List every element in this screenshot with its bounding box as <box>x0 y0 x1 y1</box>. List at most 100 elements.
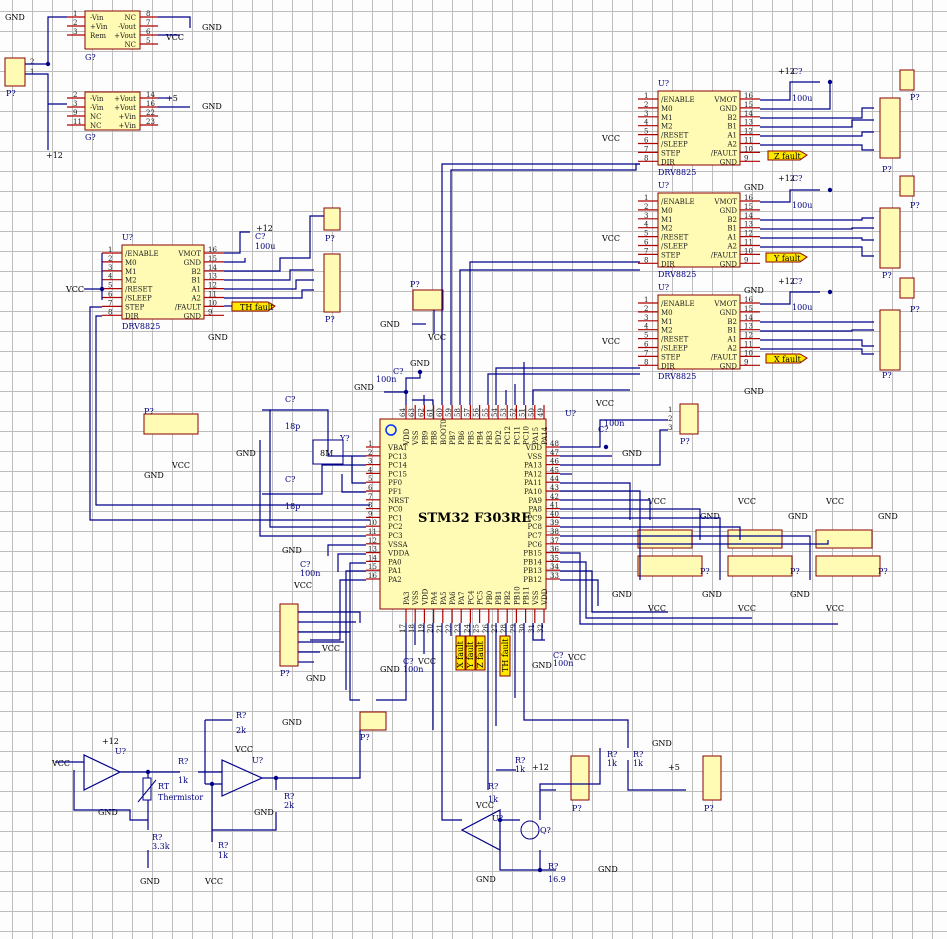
driver-pin-num: 3 <box>108 264 112 272</box>
driver-pin-label: DIR <box>661 158 675 166</box>
driver-pin-label: B1 <box>727 123 737 131</box>
svg-text:R?: R? <box>633 750 643 759</box>
mcu-pin-bottom-label: VDD <box>541 588 549 606</box>
connector-th-motor[interactable]: P? P? <box>323 207 341 324</box>
dcdc-pin-num: 11 <box>73 118 82 126</box>
stepper-driver[interactable]: U? DRV8825/ENABLE 1 M0 2 M1 3 M2 4/RESET 5/SLEEP 6… <box>102 233 224 331</box>
mcu-pin-right-label: PC7 <box>527 532 542 540</box>
junction-dot <box>827 187 833 193</box>
mcu-pin-top-num: 57 <box>463 408 471 417</box>
driver-pin-label: STEP <box>661 149 681 157</box>
mcu-pin-right-label: PA12 <box>524 470 542 478</box>
svg-text:Z fault: Z fault <box>476 640 485 668</box>
connector-boot[interactable]: P? <box>410 280 444 311</box>
mcu-pin-right-num: 38 <box>550 528 559 536</box>
driver-pin-num: 2 <box>644 305 648 313</box>
svg-text:VCC: VCC <box>204 877 223 886</box>
mcu-pin-right-num: 33 <box>550 572 559 580</box>
dcdc-pin-label: +Vin <box>118 122 136 130</box>
svg-text:100u: 100u <box>792 94 812 103</box>
svg-text:R?: R? <box>488 782 498 791</box>
mcu-pin-right-label: PC9 <box>527 514 542 522</box>
driver-pin-num: 4 <box>644 119 649 127</box>
svg-text:3: 3 <box>668 424 672 432</box>
mcu-pin-bottom-label: PB1 <box>495 591 503 605</box>
connectors-motor-right[interactable]: P? P? P? P? P? P? <box>879 69 920 380</box>
mcu-pin-left-label: PA1 <box>388 567 402 575</box>
mcu-pin-top-num: 58 <box>454 408 462 417</box>
mcu-pin-right-label: PA9 <box>528 497 542 505</box>
wire <box>95 315 370 506</box>
stepper-driver[interactable]: U? DRV8825/ENABLE 1 M0 2 M1 3 M2 4/RESET 5/SLEEP 6… <box>638 181 760 279</box>
driver-pin-num: 3 <box>644 212 648 220</box>
connector-temp[interactable]: P? <box>359 711 387 742</box>
svg-text:GND: GND <box>700 512 720 521</box>
svg-text:C?: C? <box>285 475 295 484</box>
connector-left-3pin[interactable]: P? <box>143 407 199 435</box>
svg-text:VCC: VCC <box>427 333 446 342</box>
svg-text:U?: U? <box>252 756 263 765</box>
driver-pin-label: M0 <box>661 207 673 215</box>
dcdc-pin-num: 8 <box>146 10 150 18</box>
driver-pin-label: /SLEEP <box>661 141 688 149</box>
dcdc-pin-label: NC <box>125 41 136 49</box>
svg-text:GND: GND <box>622 449 642 458</box>
svg-text:GND: GND <box>532 661 552 670</box>
mcu-pin-bottom-label: PB0 <box>486 591 494 605</box>
driver-pin-num: 8 <box>644 358 648 366</box>
svg-text:Y fault: Y fault <box>466 641 475 669</box>
svg-text:2k: 2k <box>236 726 246 735</box>
driver-pin-num: 16 <box>744 296 753 304</box>
wire <box>310 579 366 641</box>
driver-designator: U? <box>658 181 669 190</box>
connector-uart[interactable]: P? <box>279 603 299 678</box>
svg-text:GND: GND <box>202 23 222 32</box>
mcu-pin-top-num: 54 <box>491 408 499 417</box>
stepper-driver[interactable]: U? DRV8825/ENABLE 1 M0 2 M1 3 M2 4/RESET 5/SLEEP 6… <box>638 79 760 177</box>
driver-pin-num: 3 <box>644 110 648 118</box>
connector-swd[interactable]: P? 123 <box>668 403 699 446</box>
junction-dot <box>603 444 609 450</box>
svg-text:1k: 1k <box>178 776 188 785</box>
wire <box>349 562 366 701</box>
mcu-pin-top-num: 60 <box>436 408 444 417</box>
svg-text:TH fault: TH fault <box>501 638 510 672</box>
mcu-pin-left-num: 2 <box>368 449 372 457</box>
driver-pin-num: 8 <box>108 308 112 316</box>
mcu[interactable]: U? STM32 F303RE VDD64VSS63PB962PB861BOOT… <box>366 405 576 633</box>
junction-dot <box>45 61 51 67</box>
mcu-pin-top-label: VSS <box>412 430 420 446</box>
svg-text:R?: R? <box>515 756 525 765</box>
driver-pin-label: /ENABLE <box>125 250 159 258</box>
svg-text:+12: +12 <box>778 277 795 286</box>
connector-endstop[interactable]: P? <box>702 755 722 813</box>
junction-dot <box>417 369 423 375</box>
mcu-pin-top-num: 53 <box>500 408 508 417</box>
svg-text:P?: P? <box>704 804 714 813</box>
mcu-pin-left-label: PC0 <box>388 506 403 514</box>
driver-pin-num: 14 <box>744 110 753 118</box>
wire <box>760 217 874 221</box>
mcu-pin-bottom-label: PC4 <box>467 590 475 605</box>
svg-text:VCC: VCC <box>601 337 620 346</box>
driver-pin-label: A1 <box>726 132 737 140</box>
mcu-pin-left-label: PC15 <box>388 470 407 478</box>
dcdc-pin-num: 23 <box>146 118 155 126</box>
stepper-driver[interactable]: U? DRV8825/ENABLE 1 M0 2 M1 3 M2 4/RESET 5/SLEEP 6… <box>638 283 760 381</box>
mcu-pin-right-label: VSS <box>526 453 542 461</box>
mcu-pin-top-label: PB8 <box>431 431 439 445</box>
driver-pin-label: /FAULT <box>711 149 738 157</box>
mcu-pin-left-num: 6 <box>368 484 373 492</box>
driver-pin-label: B2 <box>727 114 737 122</box>
dcdc-pin-num: 7 <box>146 19 150 27</box>
driver-pin-num: 11 <box>744 137 753 145</box>
driver-pin-num: 13 <box>208 273 217 281</box>
mcu-pin-bottom-label: PB10 <box>513 586 521 605</box>
driver-pin-num: 10 <box>744 145 753 153</box>
svg-text:+12: +12 <box>256 224 273 233</box>
mcu-pin-left-num: 11 <box>368 528 377 536</box>
connectors-endstops[interactable]: P? P? P? <box>637 529 888 577</box>
driver-pin-num: 9 <box>744 358 748 366</box>
driver-pin-num: 4 <box>108 273 113 281</box>
driver-pin-label: /RESET <box>125 286 153 294</box>
